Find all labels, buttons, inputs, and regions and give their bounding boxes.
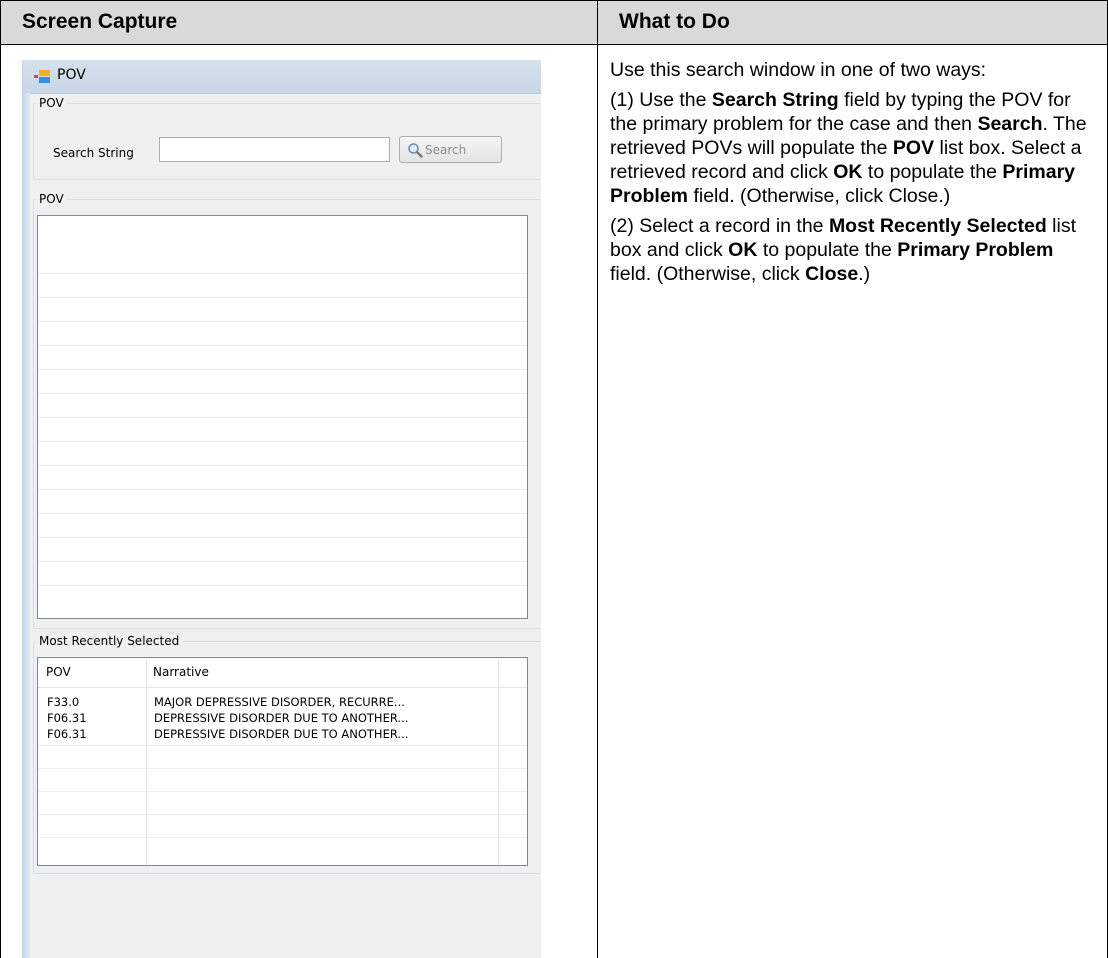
grid-line <box>38 513 527 514</box>
table-border-header <box>0 44 1108 45</box>
grid-line <box>38 465 527 466</box>
bold-text: OK <box>728 239 758 261</box>
text: (2) Select a record in the <box>610 215 829 237</box>
grid-line <box>38 745 527 746</box>
bold-text: OK <box>833 161 863 183</box>
table-border-top <box>0 0 1108 1</box>
text: to populate the <box>862 161 1003 183</box>
grid-line <box>38 417 527 418</box>
title-bar[interactable]: POV <box>23 60 541 94</box>
header-what-to-do: What to Do <box>597 0 1108 44</box>
document-table: Screen Capture What to Do Use this searc… <box>0 0 1108 958</box>
search-group-label: POV <box>39 96 64 110</box>
narrative: DEPRESSIVE DISORDER DUE TO ANOTHER... <box>154 711 409 725</box>
bold-text: POV <box>892 137 935 159</box>
pov-code: F06.31 <box>47 711 87 725</box>
window-edge <box>23 93 30 958</box>
grid-line <box>38 837 527 838</box>
grid-line <box>38 768 527 769</box>
grid-line <box>38 585 527 586</box>
recent-list[interactable]: POV Narrative F33.0 MAJOR DEPRESSIVE DIS… <box>37 657 528 866</box>
grid-line <box>38 369 527 370</box>
search-string-input[interactable] <box>159 137 390 162</box>
grid-line <box>38 489 527 490</box>
grid-line <box>38 273 527 274</box>
column-header-pov[interactable]: POV <box>46 665 71 679</box>
pov-window: POV POV Search String Search POV Most Re… <box>22 60 541 958</box>
recent-list-header: POV Narrative <box>38 658 527 688</box>
grid-line <box>38 441 527 442</box>
grid-line <box>38 537 527 538</box>
text: field. (Otherwise, click <box>610 263 806 285</box>
instruction-step-2: (2) Select a record in the Most Recently… <box>610 214 1098 286</box>
grid-line <box>38 791 527 792</box>
header-screen-capture: Screen Capture <box>0 0 597 44</box>
search-button[interactable]: Search <box>399 136 502 163</box>
list-item[interactable]: F33.0 MAJOR DEPRESSIVE DISORDER, RECURRE… <box>38 694 527 710</box>
instructions: Use this search window in one of two way… <box>610 58 1098 292</box>
magnifier-icon <box>408 143 423 158</box>
text: (1) Use the <box>610 89 712 111</box>
recent-group-label: Most Recently Selected <box>39 634 180 648</box>
list-item[interactable]: F06.31 DEPRESSIVE DISORDER DUE TO ANOTHE… <box>38 710 527 726</box>
grid-line <box>38 321 527 322</box>
grid-line <box>38 561 527 562</box>
narrative: DEPRESSIVE DISORDER DUE TO ANOTHER... <box>154 727 409 741</box>
table-border-left <box>0 0 1 958</box>
pov-results-list[interactable] <box>37 215 528 619</box>
bold-text: Primary Problem <box>897 239 1054 261</box>
search-string-label: Search String <box>53 146 134 160</box>
column-separator <box>146 658 147 865</box>
window-app-icon <box>34 70 50 83</box>
search-button-label: Search <box>425 142 467 157</box>
text: field. (Otherwise, click Close.) <box>688 185 951 207</box>
pov-code: F33.0 <box>47 695 80 709</box>
column-header-narrative[interactable]: Narrative <box>153 665 209 679</box>
narrative: MAJOR DEPRESSIVE DISORDER, RECURRE... <box>154 695 405 709</box>
window-title: POV <box>57 67 86 83</box>
instruction-step-1: (1) Use the Search String field by typin… <box>610 88 1098 208</box>
column-separator <box>498 658 499 865</box>
bold-text: Search String <box>711 89 839 111</box>
text: .) <box>858 263 871 285</box>
list-item[interactable]: F06.31 DEPRESSIVE DISORDER DUE TO ANOTHE… <box>38 726 527 742</box>
pov-code: F06.31 <box>47 727 87 741</box>
bold-text: Most Recently Selected <box>828 215 1047 237</box>
bold-text: Close <box>805 263 859 285</box>
table-border-middle <box>597 0 598 958</box>
instruction-intro: Use this search window in one of two way… <box>610 59 987 81</box>
bold-text: Search <box>977 113 1043 135</box>
grid-line <box>38 393 527 394</box>
grid-line <box>38 814 527 815</box>
text: to populate the <box>757 239 898 261</box>
grid-line <box>38 297 527 298</box>
grid-line <box>38 345 527 346</box>
results-group-label: POV <box>39 192 64 206</box>
